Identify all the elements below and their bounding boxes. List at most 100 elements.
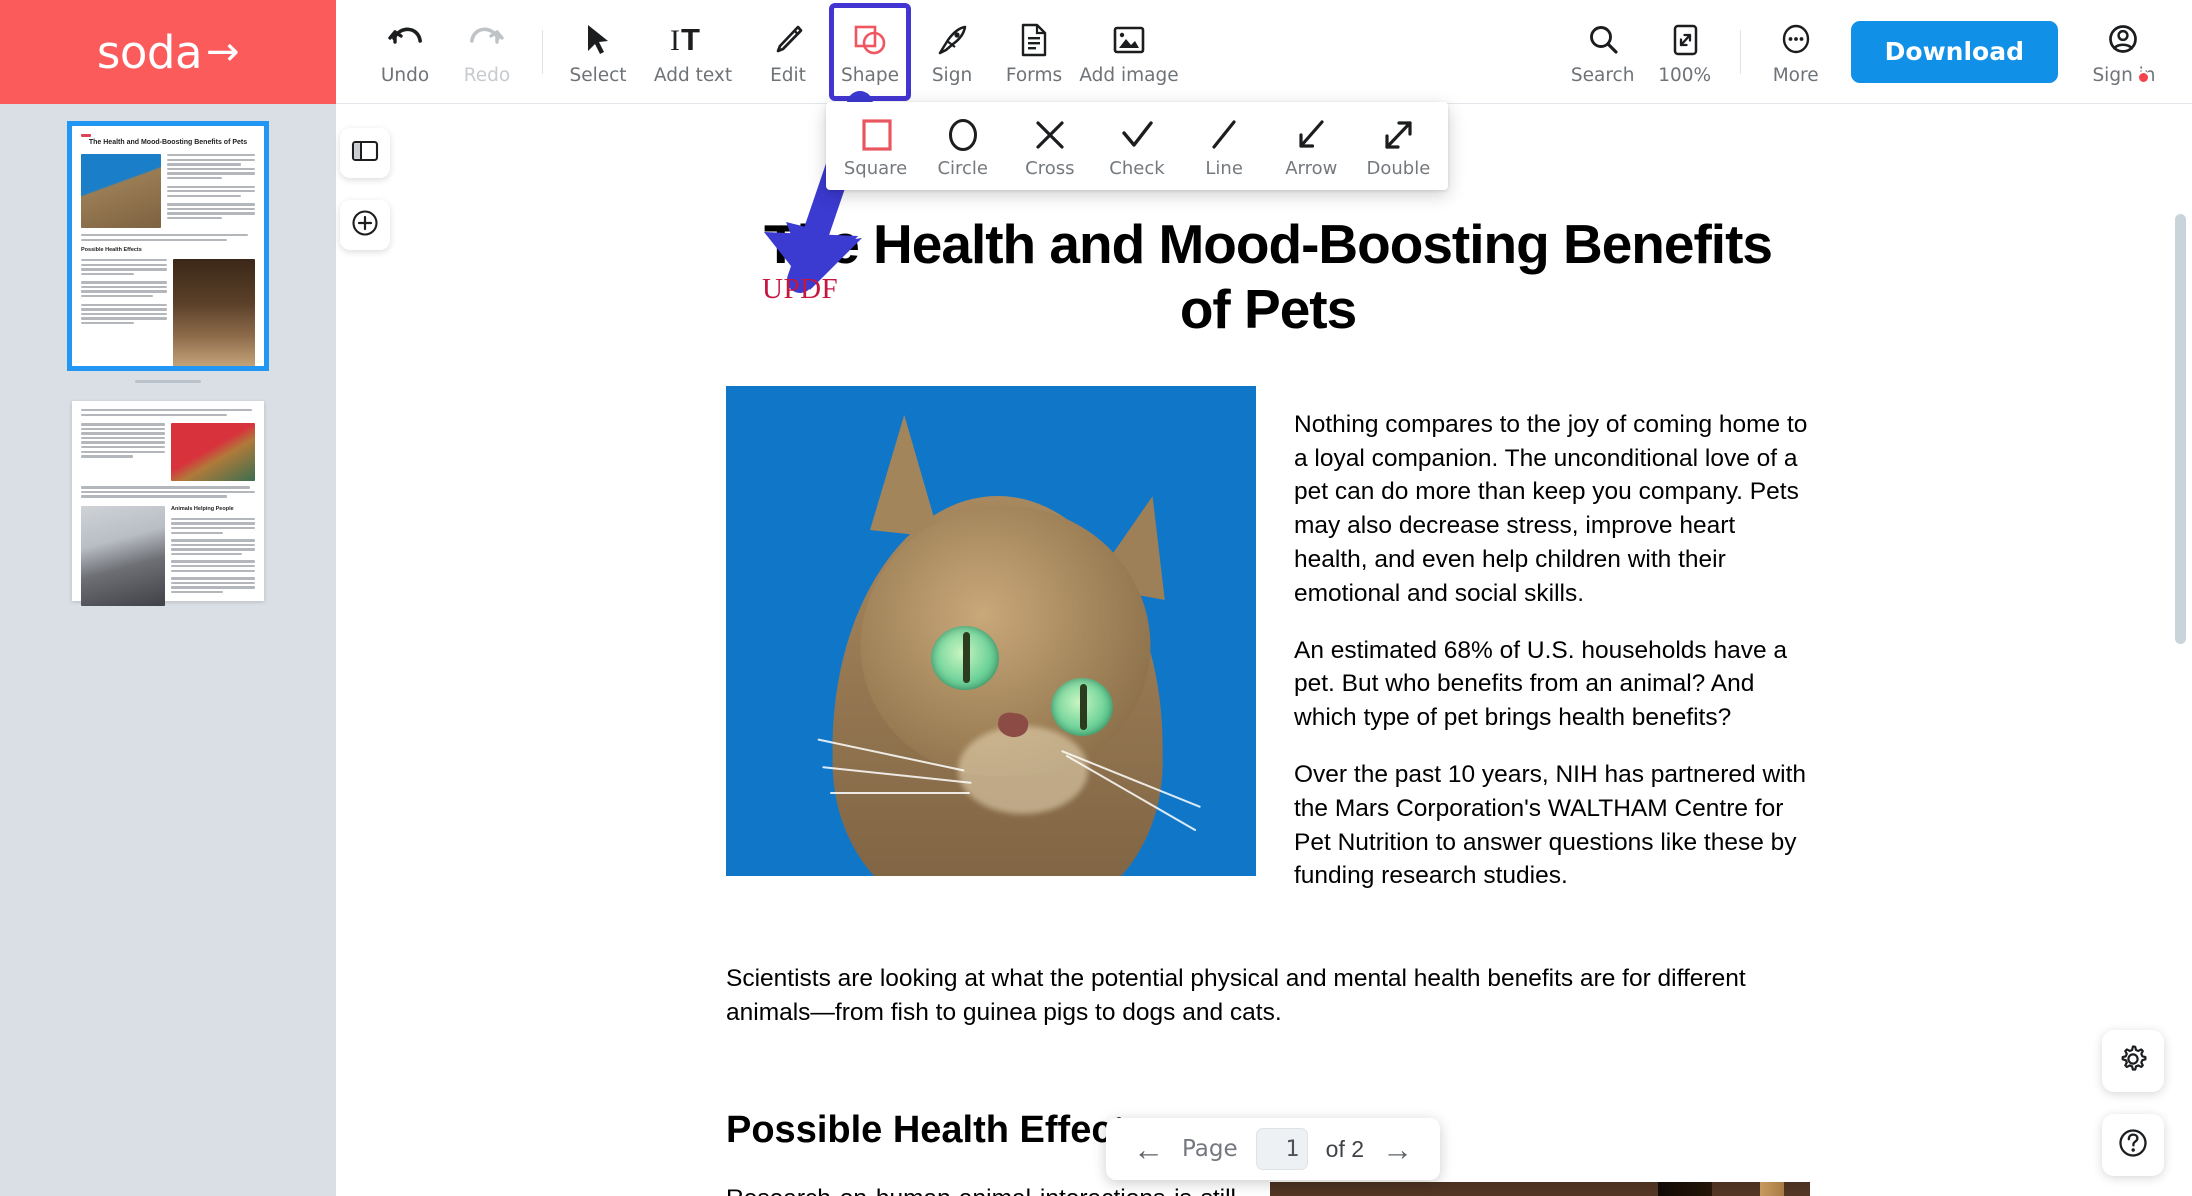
thumbnail-p2-col-1 — [81, 423, 165, 481]
tool-redo[interactable]: Redo — [446, 8, 528, 96]
next-page-button[interactable]: → — [1382, 1134, 1413, 1165]
tool-search-label: Search — [1570, 64, 1635, 86]
shape-option-circle[interactable]: Circle — [919, 104, 1006, 188]
settings-button[interactable] — [2102, 1030, 2164, 1092]
notification-badge — [2137, 70, 2150, 84]
tool-search[interactable]: Search — [1562, 8, 1644, 96]
cat-muzzle — [958, 725, 1088, 814]
page-label: Page — [1181, 1136, 1238, 1162]
search-icon — [1586, 18, 1620, 62]
thumbnail-red-mark — [81, 134, 91, 137]
thumbnail-cat-image — [81, 154, 161, 229]
tool-zoom[interactable]: 100% — [1644, 8, 1726, 96]
tool-add-image[interactable]: Add image — [1075, 8, 1183, 96]
tool-sign-label: Sign — [931, 64, 973, 86]
thumbnail-page-1-content: The Health and Mood-Boosting Benefits of… — [72, 126, 264, 377]
undo-icon — [386, 18, 424, 62]
document-scrollbar[interactable] — [2172, 214, 2188, 1196]
tool-redo-label: Redo — [463, 64, 511, 86]
circle-icon — [943, 114, 983, 156]
document-paragraph-1: Nothing compares to the joy of coming ho… — [1294, 410, 1808, 607]
panel-toggle-icon — [350, 138, 380, 169]
shape-option-line[interactable]: Line — [1181, 104, 1268, 188]
blind-post — [1658, 1181, 1712, 1196]
help-button[interactable] — [2102, 1114, 2164, 1176]
brand-logo[interactable]: soda → — [0, 0, 336, 104]
shape-option-double[interactable]: Double — [1355, 104, 1442, 188]
add-page-button[interactable] — [340, 200, 390, 250]
shape-option-check[interactable]: Check — [1093, 104, 1180, 188]
arrow-icon — [1291, 114, 1331, 156]
thumbnail-dogs-costume-image — [171, 423, 255, 482]
tool-undo[interactable]: Undo — [364, 8, 446, 96]
account-icon — [2105, 18, 2143, 62]
wood-edge — [1760, 1181, 1784, 1196]
shape-option-square[interactable]: Square — [832, 104, 919, 188]
double-arrow-icon — [1378, 114, 1418, 156]
updf-watermark: UPDF — [762, 273, 839, 305]
cat-eye-right — [1051, 677, 1113, 736]
shape-option-check-label: Check — [1109, 157, 1165, 179]
shape-icon — [852, 18, 888, 62]
pdf-page-1[interactable]: The Health and Mood-Boosting Benefits of… — [656, 104, 1880, 1196]
shape-option-arrow[interactable]: Arrow — [1268, 104, 1355, 188]
tool-add-image-label: Add image — [1079, 64, 1179, 86]
panel-toggle-button[interactable] — [340, 128, 390, 178]
tool-undo-label: Undo — [380, 64, 430, 86]
thumbnail-page-2[interactable]: Animals Helping People — [72, 401, 264, 606]
document-viewport[interactable]: The Health and Mood-Boosting Benefits of… — [336, 104, 2192, 1196]
gear-icon — [2116, 1042, 2150, 1081]
tool-shape[interactable]: Shape — [829, 2, 911, 101]
tool-select[interactable]: Select — [557, 8, 639, 96]
brand-name: soda — [96, 25, 203, 79]
shape-option-cross[interactable]: Cross — [1006, 104, 1093, 188]
page-navigation-bar: ← Page of 2 → — [1106, 1118, 1440, 1180]
shape-dropdown-menu: Square Circle Cross Check Line Arrow Dou… — [826, 102, 1448, 190]
floating-action-buttons — [2102, 1008, 2164, 1176]
page-number-input[interactable] — [1255, 1128, 1308, 1170]
prev-page-button[interactable]: ← — [1133, 1134, 1164, 1165]
page-thumbnail-sidebar[interactable]: The Health and Mood-Boosting Benefits of… — [0, 104, 336, 1196]
tool-more[interactable]: More — [1755, 8, 1837, 96]
scrollbar-thumb[interactable] — [2175, 214, 2186, 644]
toolbar-items: Undo Redo Select IT Add text Edit Shape … — [336, 0, 2192, 103]
thumbnail-row-2 — [81, 258, 255, 369]
svg-text:I: I — [670, 24, 680, 57]
tool-add-text-label: Add text — [653, 64, 733, 86]
thumbnail-page-1[interactable]: The Health and Mood-Boosting Benefits of… — [67, 121, 269, 371]
fit-page-icon — [1670, 18, 1700, 62]
thumbnail-p2-row-1 — [81, 423, 255, 482]
tool-sign[interactable]: Sign — [911, 8, 993, 96]
thumbnail-text-col-2 — [81, 258, 167, 369]
thumbnail-p2-col-2: Animals Helping People — [171, 506, 255, 606]
thumbnail-row-1 — [81, 154, 255, 229]
thumbnail-list: The Health and Mood-Boosting Benefits of… — [0, 104, 336, 606]
document-paragraph-3: Over the past 10 years, NIH has partnere… — [1294, 760, 1807, 890]
tool-select-label: Select — [569, 64, 627, 86]
cat-whisker-3 — [830, 791, 970, 794]
tool-shape-label: Shape — [841, 64, 899, 86]
download-button[interactable]: Download — [1850, 20, 2058, 83]
cat-photo[interactable] — [726, 385, 1256, 876]
pencil-icon — [771, 18, 805, 62]
dog-photo[interactable] — [1270, 1181, 1810, 1196]
thumbnail-text-col — [167, 154, 255, 228]
toolbar-divider-2 — [1739, 29, 1741, 74]
blinds-pattern — [1270, 1181, 1810, 1196]
tool-forms[interactable]: Forms — [993, 8, 1075, 96]
more-icon — [1779, 18, 1813, 62]
app-root: soda → Undo Redo Select I T Add text Edi… — [0, 0, 2192, 1196]
text-icon: IT — [669, 18, 717, 62]
image-icon — [1111, 18, 1147, 62]
tool-edit[interactable]: Edit — [747, 8, 829, 96]
tool-add-text[interactable]: IT Add text — [639, 8, 747, 96]
thumbnail-page-2-heading: Animals Helping People — [171, 505, 234, 512]
page-total-label: of 2 — [1325, 1135, 1365, 1162]
shape-option-square-label: Square — [843, 157, 908, 179]
redo-icon — [468, 18, 506, 62]
shape-option-arrow-label: Arrow — [1285, 157, 1338, 179]
thumbnail-grey-cat-image — [81, 505, 165, 606]
shape-option-cross-label: Cross — [1025, 157, 1075, 179]
tool-signin[interactable]: Sign in — [2078, 8, 2170, 96]
thumbnail-dog-image — [173, 258, 255, 369]
